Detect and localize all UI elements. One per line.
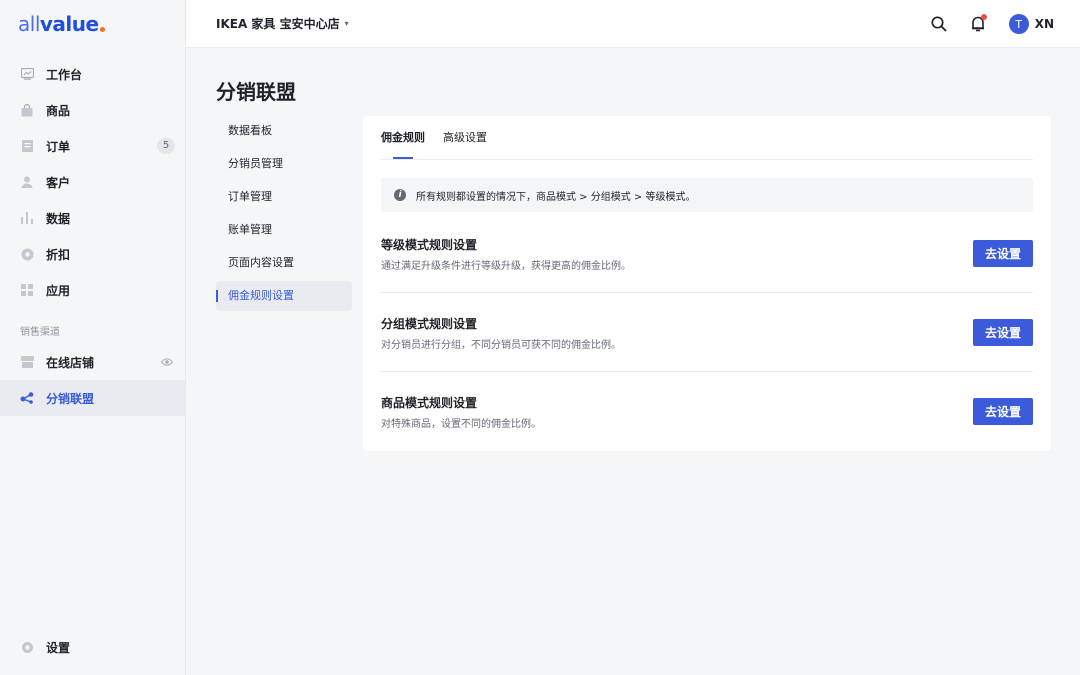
topbar-actions: T XN [907, 0, 1054, 48]
notice-text: 所有规则都设置的情况下，商品模式 > 分组模式 > 等级模式。 [416, 191, 696, 203]
notification-dot [980, 14, 987, 20]
user-name: XN [1034, 17, 1054, 31]
rule-item-group: 分组模式规则设置 对分销员进行分组，不同分销员可获不同的佣金比例。 去设置 [381, 293, 1033, 372]
rule-title: 等级模式规则设置 [381, 238, 478, 252]
subnav-item-distributors[interactable]: 分销员管理 [216, 149, 352, 179]
sidebar-item-label: 商品 [46, 103, 71, 118]
logo[interactable]: all value [0, 0, 185, 48]
sidebar-item-label: 工作台 [46, 67, 83, 82]
sidebar-item-label: 应用 [46, 283, 71, 298]
user-menu[interactable]: T XN [1008, 14, 1054, 34]
tab-bar: 佣金规则 高级设置 [381, 116, 1033, 160]
subnav-item-orders[interactable]: 订单管理 [216, 182, 352, 212]
store-name: IKEA 家具 宝安中心店 [216, 17, 340, 31]
sidebar-item-orders[interactable]: 订单 5 [0, 128, 185, 164]
subnav-item-dashboard[interactable]: 数据看板 [216, 116, 352, 146]
subnav-item-commission-rules[interactable]: 佣金规则设置 [216, 281, 352, 311]
sub-nav: 数据看板 分销员管理 订单管理 账单管理 页面内容设置 佣金规则设置 [216, 116, 352, 314]
sidebar-item-label: 订单 [46, 139, 71, 154]
sidebar-item-discounts[interactable]: 折扣 [0, 236, 185, 272]
topbar: IKEA 家具 宝安中心店 ▾ T XN [186, 0, 1080, 48]
store-icon [20, 355, 34, 369]
rule-item-level: 等级模式规则设置 通过满足升级条件进行等级升级，获得更高的佣金比例。 去设置 [381, 214, 1033, 293]
sidebar-item-settings[interactable]: 设置 [0, 629, 185, 665]
user-icon [20, 175, 34, 189]
logo-text-light: all [18, 12, 40, 36]
avatar: T [1008, 14, 1029, 34]
sidebar-item-products[interactable]: 商品 [0, 92, 185, 128]
product-rule-setup-button[interactable]: 去设置 [973, 398, 1033, 425]
tab-commission-rules[interactable]: 佣金规则 [381, 115, 425, 159]
store-selector[interactable]: IKEA 家具 宝安中心店 ▾ [216, 15, 349, 32]
eye-icon[interactable] [160, 356, 174, 370]
rule-description: 对分销员进行分组，不同分销员可获不同的佣金比例。 [381, 340, 621, 351]
sales-channels-label: 销售渠道 [20, 327, 60, 338]
gear-icon [20, 640, 34, 654]
sidebar-item-customers[interactable]: 客户 [0, 164, 185, 200]
rule-list: 等级模式规则设置 通过满足升级条件进行等级升级，获得更高的佣金比例。 去设置 分… [381, 214, 1033, 451]
sidebar-item-label: 设置 [46, 640, 71, 655]
tab-advanced-settings[interactable]: 高级设置 [443, 115, 487, 159]
chevron-down-icon: ▾ [344, 19, 349, 28]
subnav-item-billing[interactable]: 账单管理 [216, 215, 352, 245]
order-icon [20, 139, 34, 153]
logo-text-bold: value [39, 12, 99, 36]
sidebar-item-online-store[interactable]: 在线店铺 [0, 344, 185, 380]
rule-description: 通过满足升级条件进行等级升级，获得更高的佣金比例。 [381, 261, 631, 272]
page-title: 分销联盟 [216, 80, 296, 104]
bell-icon[interactable] [971, 14, 987, 32]
main-nav: 工作台 商品 订单 5 客户 数据 折扣 应用 销售渠道 在线店铺 分销联盟 [0, 56, 185, 416]
sidebar-item-apps[interactable]: 应用 [0, 272, 185, 308]
rule-title: 商品模式规则设置 [381, 396, 478, 410]
sidebar-bottom: 设置 [0, 629, 185, 665]
rule-description: 对特殊商品，设置不同的佣金比例。 [381, 419, 541, 430]
info-notice: i 所有规则都设置的情况下，商品模式 > 分组模式 > 等级模式。 [381, 178, 1033, 212]
orders-count-badge: 5 [157, 138, 175, 154]
sidebar-item-label: 客户 [46, 175, 71, 190]
level-rule-setup-button[interactable]: 去设置 [973, 240, 1033, 267]
rule-item-product: 商品模式规则设置 对特殊商品，设置不同的佣金比例。 去设置 [381, 372, 1033, 451]
rule-title: 分组模式规则设置 [381, 317, 478, 331]
apps-icon [20, 283, 34, 297]
commission-card: 佣金规则 高级设置 i 所有规则都设置的情况下，商品模式 > 分组模式 > 等级… [363, 116, 1051, 451]
subnav-item-page-content[interactable]: 页面内容设置 [216, 248, 352, 278]
search-icon[interactable] [931, 16, 947, 32]
sidebar-item-label: 分销联盟 [46, 391, 95, 406]
sidebar-item-dashboard[interactable]: 工作台 [0, 56, 185, 92]
bag-icon [20, 103, 34, 117]
sidebar-item-label: 折扣 [46, 247, 71, 262]
discount-icon [20, 247, 34, 261]
logo-dot [99, 26, 105, 32]
group-rule-setup-button[interactable]: 去设置 [973, 319, 1033, 346]
sidebar: all value 工作台 商品 订单 5 客户 数据 折扣 应用 销售渠道 在… [0, 0, 186, 675]
sidebar-item-label: 在线店铺 [46, 355, 95, 370]
info-icon: i [394, 189, 406, 201]
chart-icon [20, 211, 34, 225]
sidebar-item-label: 数据 [46, 211, 71, 226]
share-icon [20, 391, 34, 405]
sidebar-item-distribution[interactable]: 分销联盟 [0, 380, 185, 416]
dashboard-icon [20, 67, 34, 81]
sidebar-item-data[interactable]: 数据 [0, 200, 185, 236]
